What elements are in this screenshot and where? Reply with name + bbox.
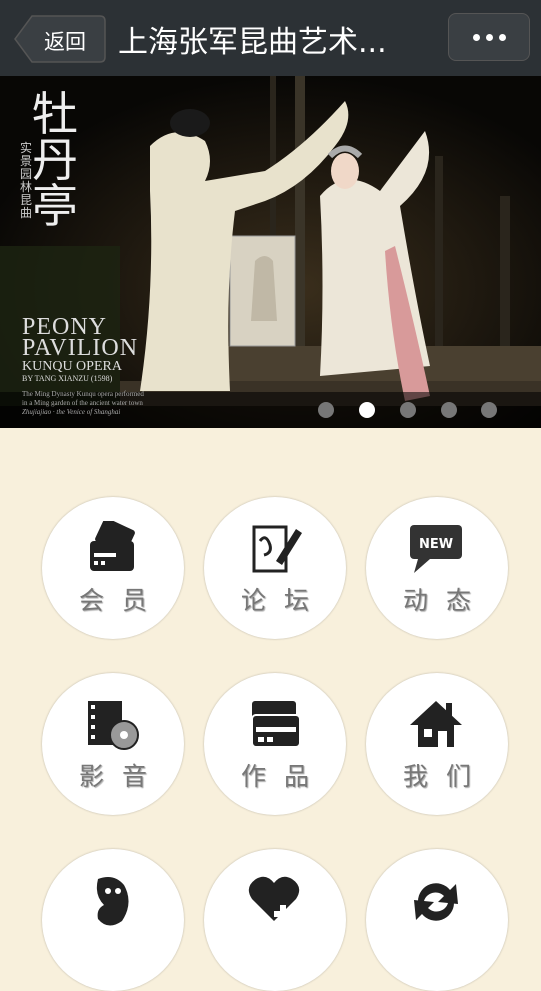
heart-plus-icon <box>248 876 300 923</box>
svg-text:NEW: NEW <box>419 537 453 552</box>
banner-en-title-2: PAVILION <box>22 335 139 361</box>
new-bubble-icon: NEW <box>410 525 462 573</box>
opera-mask-icon <box>96 877 129 926</box>
banner-en-sub: KUNQU OPERA <box>22 359 122 374</box>
menu-item-label: 我们 <box>402 762 489 791</box>
menu-item-label: 影音 <box>78 762 165 791</box>
back-label: 返回 <box>44 30 86 54</box>
carousel-dot-active[interactable] <box>359 402 375 418</box>
home-icon <box>410 701 462 747</box>
menu-item-label: 会员 <box>78 586 165 615</box>
menu-item-works[interactable]: 作品 <box>204 673 346 815</box>
menu-item-media[interactable]: 影音 <box>42 673 184 815</box>
more-dots-icon <box>473 34 480 41</box>
banner-caption-1: The Ming Dynasty Kunqu opera performed <box>22 390 144 398</box>
more-dot <box>486 34 493 41</box>
menu-item-member[interactable]: 会员 <box>42 497 184 639</box>
menu-item-news[interactable]: NEW 动态 <box>366 497 508 639</box>
banner-carousel[interactable]: 牡丹亭 实景园林昆曲 PEONY PAVILION KUNQU OPERA BY… <box>0 76 541 428</box>
menu-item-favorite[interactable] <box>204 849 346 991</box>
back-button[interactable]: 返回 <box>14 15 106 63</box>
top-bar: 返回 上海张军昆曲艺术... <box>0 0 541 76</box>
member-card-icon <box>90 521 135 571</box>
menu-item-mask[interactable] <box>42 849 184 991</box>
menu-item-about[interactable]: 我们 <box>366 673 508 815</box>
carousel-dot[interactable] <box>318 402 334 418</box>
menu-item-label: 作品 <box>240 762 327 791</box>
carousel-dot[interactable] <box>481 402 497 418</box>
refresh-arrows-icon <box>414 883 458 921</box>
cards-icon <box>251 701 301 748</box>
banner-caption-3: Zhujiajiao · the Venice of Shanghai <box>22 408 121 416</box>
film-reel-icon <box>88 701 139 750</box>
more-button[interactable] <box>448 13 530 61</box>
menu-item-forum[interactable]: 论坛 <box>204 497 346 639</box>
banner-vertical-sub: 实景园林昆曲 <box>20 141 33 220</box>
banner-vertical-title: 牡丹亭 <box>32 87 78 233</box>
more-dot <box>499 34 506 41</box>
menu-item-label: 动态 <box>402 586 489 615</box>
forum-pen-icon <box>252 525 302 573</box>
banner-caption-2: in a Ming garden of the ancient water to… <box>22 399 143 407</box>
menu-grid: 会员 论坛 NEW 动态 影音 作品 我们 <box>0 428 541 991</box>
page-title: 上海张军昆曲艺术... <box>118 25 387 60</box>
carousel-dot[interactable] <box>441 402 457 418</box>
carousel-dot[interactable] <box>400 402 416 418</box>
menu-item-label: 论坛 <box>240 586 327 615</box>
menu-item-refresh[interactable] <box>366 849 508 991</box>
banner-en-by: BY TANG XIANZU (1598) <box>22 374 113 383</box>
